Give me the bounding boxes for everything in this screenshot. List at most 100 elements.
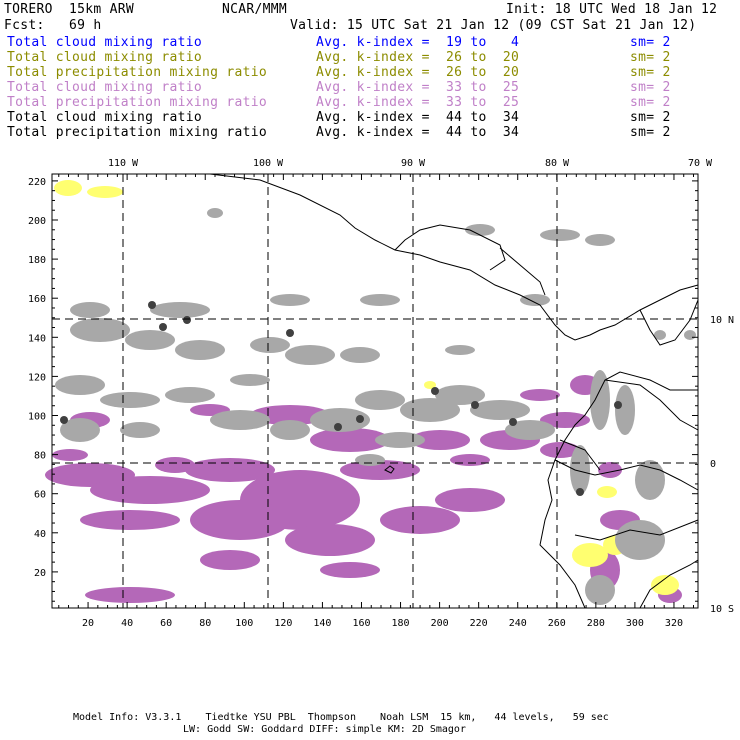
y-tick-label: 140 bbox=[28, 333, 46, 344]
yellow-cloud-area bbox=[651, 575, 679, 595]
gray-cloud-area bbox=[615, 520, 665, 560]
dark-cloud-core bbox=[471, 401, 479, 409]
y-tick-label: 220 bbox=[28, 177, 46, 188]
y-tick-label: 60 bbox=[34, 490, 46, 501]
gray-cloud-area bbox=[165, 387, 215, 403]
purple-cloud-area bbox=[200, 550, 260, 570]
x-tick-label: 300 bbox=[626, 618, 644, 629]
gray-cloud-area bbox=[585, 234, 615, 246]
y-tick-label: 120 bbox=[28, 372, 46, 383]
dark-cloud-core bbox=[509, 418, 517, 426]
longitude-label: 80 W bbox=[545, 158, 570, 169]
gray-cloud-area bbox=[70, 318, 130, 342]
longitude-label: 100 W bbox=[253, 158, 284, 169]
gray-cloud-area bbox=[684, 330, 696, 340]
gray-cloud-area bbox=[175, 340, 225, 360]
y-tick-label: 100 bbox=[28, 412, 46, 423]
gray-cloud-area bbox=[207, 208, 223, 218]
y-tick-label: 180 bbox=[28, 255, 46, 266]
x-tick-label: 40 bbox=[121, 618, 133, 629]
x-tick-label: 160 bbox=[352, 618, 370, 629]
x-tick-label: 80 bbox=[199, 618, 211, 629]
purple-cloud-area bbox=[435, 488, 505, 512]
gray-cloud-area bbox=[585, 575, 615, 605]
y-tick-label: 200 bbox=[28, 216, 46, 227]
gray-cloud-area bbox=[230, 374, 270, 386]
x-tick-label: 320 bbox=[665, 618, 683, 629]
x-tick-label: 100 bbox=[235, 618, 253, 629]
dark-cloud-core bbox=[183, 316, 191, 324]
dark-cloud-core bbox=[148, 301, 156, 309]
gray-cloud-area bbox=[120, 422, 160, 438]
purple-cloud-area bbox=[285, 524, 375, 556]
x-tick-label: 120 bbox=[274, 618, 292, 629]
gray-cloud-area bbox=[70, 302, 110, 318]
longitude-label: 110 W bbox=[108, 158, 139, 169]
purple-cloud-area bbox=[80, 510, 180, 530]
dark-cloud-core bbox=[431, 387, 439, 395]
gray-cloud-area bbox=[355, 390, 405, 410]
purple-cloud-area bbox=[90, 476, 210, 504]
dark-cloud-core bbox=[60, 416, 68, 424]
x-tick-label: 220 bbox=[470, 618, 488, 629]
gray-cloud-area bbox=[540, 229, 580, 241]
x-tick-label: 60 bbox=[160, 618, 172, 629]
y-tick-label: 20 bbox=[34, 568, 46, 579]
dark-cloud-core bbox=[334, 423, 342, 431]
longitude-label: 70 W bbox=[688, 158, 713, 169]
dark-cloud-core bbox=[576, 488, 584, 496]
gray-cloud-area bbox=[270, 294, 310, 306]
dark-cloud-core bbox=[614, 401, 622, 409]
coastline bbox=[499, 247, 546, 296]
gray-cloud-area bbox=[360, 294, 400, 306]
dark-cloud-core bbox=[159, 323, 167, 331]
y-tick-label: 80 bbox=[34, 451, 46, 462]
gray-cloud-area bbox=[340, 347, 380, 363]
gray-cloud-area bbox=[285, 345, 335, 365]
purple-cloud-area bbox=[155, 457, 195, 473]
gray-cloud-area bbox=[250, 337, 290, 353]
latitude-label: 0 bbox=[710, 459, 716, 470]
gray-cloud-area bbox=[375, 432, 425, 448]
y-tick-label: 40 bbox=[34, 529, 46, 540]
dark-cloud-core bbox=[286, 329, 294, 337]
x-tick-label: 240 bbox=[509, 618, 527, 629]
x-tick-label: 140 bbox=[313, 618, 331, 629]
yellow-cloud-area bbox=[597, 486, 617, 498]
gray-cloud-area bbox=[210, 410, 270, 430]
gray-cloud-area bbox=[125, 330, 175, 350]
gray-cloud-area bbox=[55, 375, 105, 395]
purple-cloud-area bbox=[320, 562, 380, 578]
x-tick-label: 280 bbox=[587, 618, 605, 629]
yellow-cloud-area bbox=[572, 543, 608, 567]
x-tick-label: 260 bbox=[548, 618, 566, 629]
footer-physics: LW: Godd SW: Goddard DIFF: simple KM: 2D… bbox=[183, 724, 466, 735]
gray-cloud-area bbox=[615, 385, 635, 435]
y-tick-label: 160 bbox=[28, 294, 46, 305]
x-tick-label: 20 bbox=[82, 618, 94, 629]
purple-cloud-area bbox=[190, 500, 290, 540]
longitude-label: 90 W bbox=[401, 158, 426, 169]
yellow-cloud-area bbox=[54, 180, 82, 196]
latitude-label: 10 S bbox=[710, 604, 734, 615]
gray-cloud-area bbox=[445, 345, 475, 355]
gray-cloud-area bbox=[270, 420, 310, 440]
footer-model-info: Model Info: V3.3.1 Tiedtke YSU PBL Thomp… bbox=[73, 712, 609, 723]
dark-cloud-core bbox=[356, 415, 364, 423]
x-tick-label: 200 bbox=[431, 618, 449, 629]
purple-cloud-area bbox=[380, 506, 460, 534]
gray-cloud-area bbox=[520, 294, 550, 306]
yellow-cloud-area bbox=[87, 186, 123, 198]
latitude-label: 10 N bbox=[710, 315, 734, 326]
x-tick-label: 180 bbox=[392, 618, 410, 629]
gray-cloud-area bbox=[100, 392, 160, 408]
gray-cloud-area bbox=[150, 302, 210, 318]
coastline bbox=[209, 173, 699, 341]
map-plot: 20 40 60 80 100 120 140 160 180 200 220 240 260 280 30… bbox=[28, 158, 734, 629]
gray-cloud-area bbox=[635, 460, 665, 500]
gray-cloud-area bbox=[470, 400, 530, 420]
gray-cloud-area bbox=[355, 454, 385, 466]
purple-cloud-area bbox=[520, 389, 560, 401]
purple-cloud-area bbox=[85, 587, 175, 603]
purple-cloud-area bbox=[450, 454, 490, 466]
